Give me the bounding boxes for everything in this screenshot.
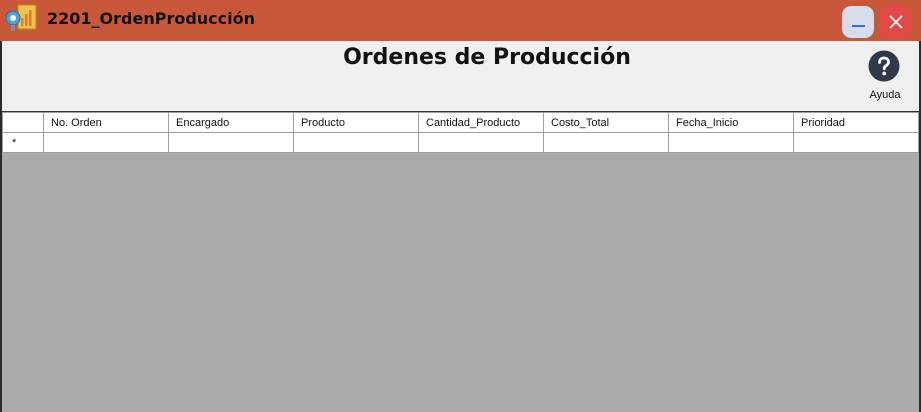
app-icon [4, 4, 38, 34]
header-row: No. Orden Encargado Producto Cantidad_Pr… [2, 112, 919, 133]
minimize-icon [852, 25, 865, 27]
page-title: Ordenes de Producción [343, 45, 631, 70]
help-label[interactable]: Ayuda [862, 89, 908, 101]
new-row-cell-encargado[interactable] [168, 132, 294, 153]
new-row[interactable]: * [2, 132, 919, 153]
column-header-producto[interactable]: Producto [293, 112, 419, 133]
orders-table[interactable]: No. Orden Encargado Producto Cantidad_Pr… [2, 112, 919, 153]
new-row-cell-fecha-inicio[interactable] [668, 132, 794, 153]
new-row-cell-costo-total[interactable] [543, 132, 669, 153]
new-row-cell-cantidad-producto[interactable] [418, 132, 544, 153]
close-button[interactable] [880, 6, 912, 38]
new-row-marker[interactable]: * [2, 132, 44, 153]
question-circle-icon [868, 50, 900, 82]
app-window: 2201_OrdenProducción Ordenes de Producci… [0, 0, 921, 412]
column-header-costo-total[interactable]: Costo_Total [543, 112, 669, 133]
window-title: 2201_OrdenProducción [47, 9, 256, 28]
minimize-button[interactable] [842, 6, 874, 38]
help-button[interactable] [868, 50, 900, 82]
column-header-no-orden[interactable]: No. Orden [43, 112, 169, 133]
column-header-encargado[interactable]: Encargado [168, 112, 294, 133]
close-icon [889, 15, 903, 29]
corner-header-cell[interactable] [2, 112, 44, 133]
title-bar[interactable]: 2201_OrdenProducción [0, 0, 921, 41]
column-header-cantidad-producto[interactable]: Cantidad_Producto [418, 112, 544, 133]
new-row-cell-producto[interactable] [293, 132, 419, 153]
new-row-cell-prioridad[interactable] [793, 132, 919, 153]
column-header-fecha-inicio[interactable]: Fecha_Inicio [668, 112, 794, 133]
header-panel: Ordenes de Producción Ayuda [2, 41, 919, 111]
column-header-prioridad[interactable]: Prioridad [793, 112, 919, 133]
orders-datagrid[interactable]: No. Orden Encargado Producto Cantidad_Pr… [2, 111, 919, 412]
new-row-cell-no-orden[interactable] [43, 132, 169, 153]
